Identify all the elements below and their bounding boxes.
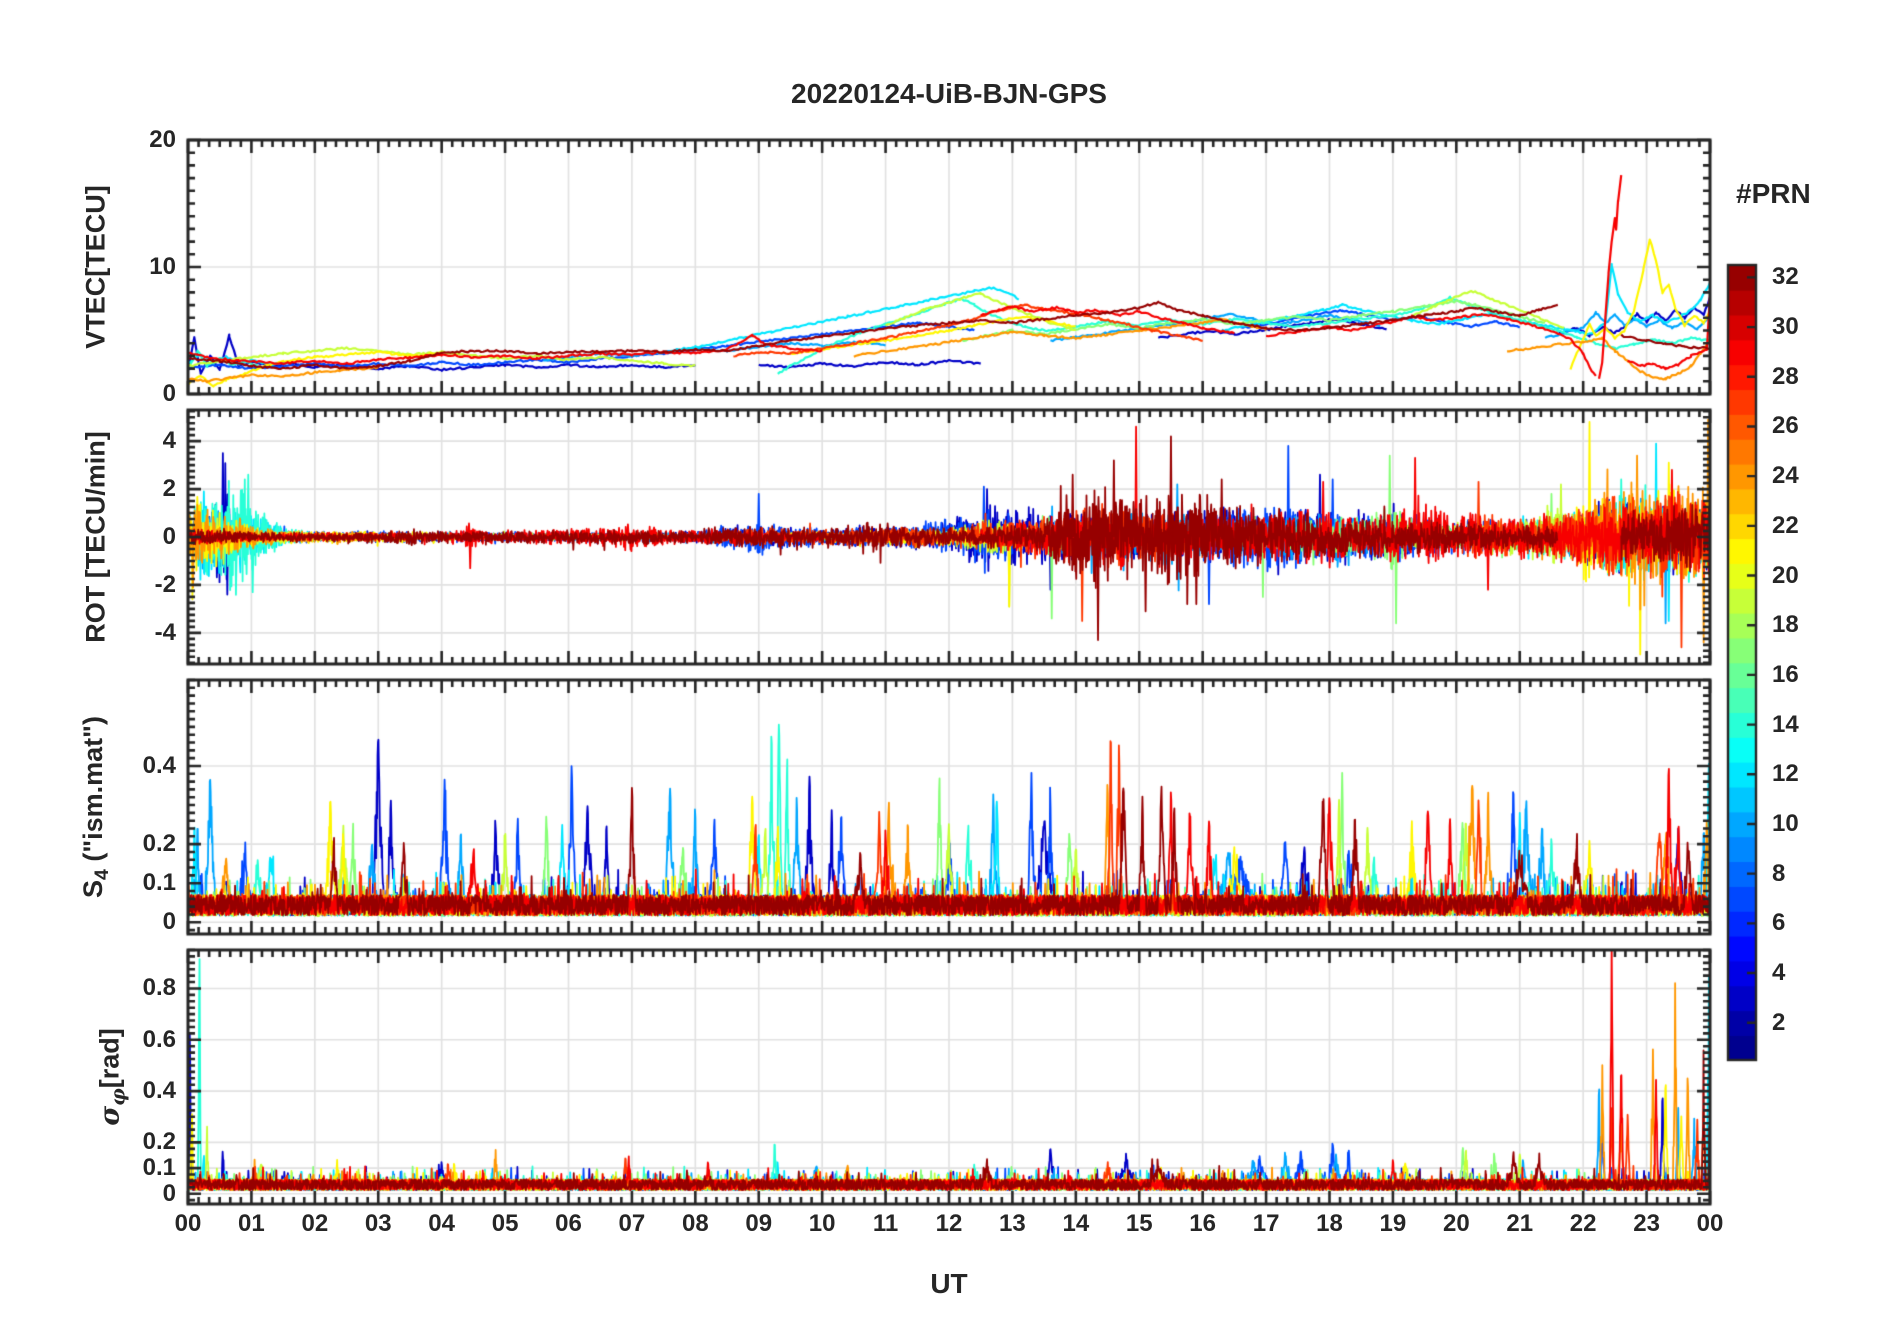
colorbar-tick-label: 14 bbox=[1772, 710, 1799, 738]
colorbar-tick-label: 28 bbox=[1772, 362, 1799, 390]
x-tick-label: 12 bbox=[935, 1210, 963, 1237]
plot-canvas bbox=[0, 0, 1902, 1330]
y-tick-label: 0.1 bbox=[142, 869, 176, 897]
y-tick-label: 20 bbox=[149, 126, 176, 153]
x-tick-label: 00 bbox=[1696, 1210, 1724, 1237]
y-tick-label: 0 bbox=[162, 908, 176, 936]
xlabel-ut: UT bbox=[930, 1268, 968, 1299]
colorbar-tick-label: 10 bbox=[1772, 809, 1799, 837]
colorbar-tick-label: 8 bbox=[1772, 859, 1786, 887]
x-tick-label: 01 bbox=[238, 1210, 265, 1237]
x-tick-label: 22 bbox=[1569, 1210, 1597, 1237]
x-tick-label: 10 bbox=[808, 1210, 836, 1237]
x-tick-label: 06 bbox=[555, 1210, 582, 1237]
x-tick-label: 16 bbox=[1189, 1210, 1217, 1237]
y-tick-label: 10 bbox=[149, 253, 176, 280]
x-tick-label: 20 bbox=[1442, 1210, 1470, 1237]
x-tick-label: 11 bbox=[872, 1210, 899, 1237]
x-tick-label: 18 bbox=[1316, 1210, 1343, 1237]
y-tick-label: -4 bbox=[154, 618, 176, 646]
colorbar-tick-label: 18 bbox=[1772, 611, 1799, 639]
x-tick-label: 02 bbox=[301, 1210, 329, 1237]
y-tick-label: 0 bbox=[162, 1179, 176, 1207]
y-tick-label: 2 bbox=[162, 475, 176, 503]
figure-title: 20220124-UiB-BJN-GPS bbox=[791, 78, 1107, 109]
y-tick-label: 0.4 bbox=[142, 751, 176, 779]
colorbar-tick-label: 30 bbox=[1772, 313, 1799, 341]
colorbar-tick-label: 12 bbox=[1772, 760, 1799, 788]
colorbar-title: #PRN bbox=[1736, 178, 1811, 209]
colorbar-tick-label: 4 bbox=[1772, 959, 1786, 987]
x-tick-label: 05 bbox=[491, 1210, 519, 1237]
y-tick-label: 0.4 bbox=[142, 1077, 176, 1105]
x-tick-label: 13 bbox=[999, 1210, 1026, 1237]
x-tick-label: 04 bbox=[428, 1210, 456, 1237]
y-tick-label: -2 bbox=[154, 570, 176, 598]
y-tick-label: 0 bbox=[162, 523, 176, 550]
y-tick-label: 0.1 bbox=[142, 1154, 176, 1182]
x-tick-label: 23 bbox=[1633, 1210, 1660, 1237]
x-tick-label: 08 bbox=[681, 1210, 709, 1237]
x-tick-label: 09 bbox=[745, 1210, 773, 1237]
colorbar-tick-label: 22 bbox=[1772, 511, 1799, 539]
figure-root: 20220124-UiB-BJN-GPS VTEC[TECU] ROT [TEC… bbox=[0, 0, 1902, 1330]
x-tick-label: 07 bbox=[618, 1210, 646, 1237]
colorbar-tick-label: 6 bbox=[1772, 909, 1786, 937]
ylabel-sigma-main: σ bbox=[94, 1105, 126, 1126]
x-tick-label: 21 bbox=[1506, 1210, 1534, 1237]
colorbar-tick-label: 32 bbox=[1772, 263, 1799, 291]
x-tick-label: 17 bbox=[1252, 1210, 1280, 1237]
colorbar-tick-label: 2 bbox=[1772, 1008, 1786, 1036]
x-tick-label: 15 bbox=[1125, 1210, 1153, 1237]
y-tick-label: 0.2 bbox=[142, 830, 176, 858]
y-tick-label: 0 bbox=[162, 380, 176, 407]
x-tick-label: 19 bbox=[1379, 1210, 1407, 1237]
colorbar-tick-label: 24 bbox=[1772, 462, 1799, 490]
y-tick-label: 0.6 bbox=[142, 1025, 176, 1053]
colorbar-tick-label: 20 bbox=[1772, 561, 1799, 589]
x-tick-label: 00 bbox=[174, 1210, 202, 1237]
y-tick-label: 0.2 bbox=[142, 1128, 176, 1156]
y-tick-label: 4 bbox=[162, 427, 176, 455]
colorbar-tick-label: 16 bbox=[1772, 660, 1799, 688]
y-tick-label: 0.8 bbox=[142, 974, 176, 1002]
x-tick-label: 03 bbox=[364, 1210, 392, 1237]
x-tick-label: 14 bbox=[1062, 1210, 1090, 1237]
colorbar-tick-label: 26 bbox=[1772, 412, 1799, 440]
